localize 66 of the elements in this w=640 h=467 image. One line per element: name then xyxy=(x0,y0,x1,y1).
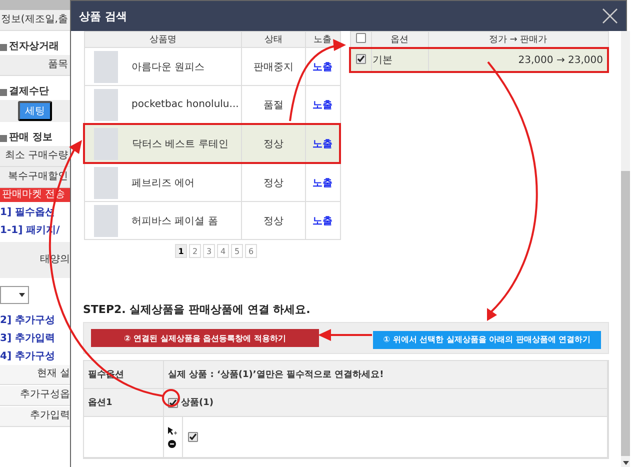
column-header: 상태 xyxy=(242,32,306,48)
page-link[interactable]: 3 xyxy=(203,244,215,258)
page-link[interactable]: 5 xyxy=(231,244,243,258)
remove-icon[interactable] xyxy=(168,440,176,448)
section-icon xyxy=(0,44,7,50)
checkbox[interactable] xyxy=(356,33,366,43)
exposure-text: 노출 xyxy=(312,216,333,226)
price-text: 23,000 → 23,000 xyxy=(518,54,603,66)
photo-placeholder xyxy=(94,204,118,236)
option-name: 기본 xyxy=(372,55,392,66)
table-cell: 추가입력 xyxy=(0,407,70,427)
product-name: 페브리즈 에어 xyxy=(132,176,195,190)
alert-label: 판매마켓 전송 xyxy=(0,188,70,202)
close-icon[interactable] xyxy=(602,8,618,24)
page-link[interactable]: 4 xyxy=(217,244,229,258)
status-text: 정상 xyxy=(263,216,284,226)
page-link[interactable]: 6 xyxy=(245,244,257,258)
table-cell: 최소 구매수량 xyxy=(0,146,70,167)
product-name: 아름다운 원피스 xyxy=(132,60,205,74)
product-name: 닥터스 베스트 루테인 xyxy=(132,138,228,150)
photo-placeholder xyxy=(94,166,118,198)
status-text: 판매중지 xyxy=(253,62,294,72)
section-link[interactable]: 3] 추가입력 xyxy=(0,332,70,346)
section-icon xyxy=(0,134,7,142)
table-cell: 실제 상품 : ‘상품(1)’열만은 필수적으로 연결하세요! xyxy=(164,361,608,389)
status-text: 정상 xyxy=(263,138,284,150)
table-cell: 정보(제조일,출 xyxy=(0,10,70,31)
scrollbar[interactable] xyxy=(621,31,630,467)
move-cursor-icon[interactable] xyxy=(168,426,177,436)
dialog-title: 상품 검색 xyxy=(79,8,127,24)
page-link[interactable]: 1 xyxy=(175,244,187,258)
checkbox[interactable] xyxy=(188,432,198,442)
exposure-text: 노출 xyxy=(312,138,332,150)
status-text: 품절 xyxy=(263,100,284,110)
column-header: 상품명 xyxy=(84,32,242,48)
section-heading: 전자상거래 xyxy=(9,40,59,54)
product-label: 상품(1) xyxy=(181,397,214,409)
section-icon xyxy=(0,88,7,96)
annotation-arrow xyxy=(318,329,372,341)
table-cell: 현재 설 xyxy=(0,365,70,385)
table-cell: 추가구성옵 xyxy=(0,386,70,406)
section-link[interactable]: 2] 추가구성 xyxy=(0,314,70,328)
status-text: 정상 xyxy=(263,178,284,188)
exposure-text: 노출 xyxy=(312,100,333,110)
section-heading: 결제수단 xyxy=(9,85,49,99)
top-tab-bar xyxy=(0,0,70,10)
annotation-circle xyxy=(162,389,180,407)
select-field[interactable] xyxy=(0,286,29,304)
exposure-text: 노출 xyxy=(312,62,333,72)
photo-placeholder xyxy=(94,50,118,82)
page-link[interactable]: 2 xyxy=(189,244,201,258)
caret-icon xyxy=(19,293,25,297)
photo-placeholder xyxy=(94,88,118,120)
column-header: 옵션 xyxy=(371,32,428,48)
scroll-down-icon[interactable] xyxy=(622,461,628,465)
section-heading: 판매 정보 xyxy=(9,131,52,145)
exposure-text: 노출 xyxy=(312,178,333,188)
product-name: pocketbac honolulu... xyxy=(132,99,239,110)
product-name: 허피바스 페이셜 폼 xyxy=(132,214,218,228)
column-header: 정가 → 판매가 xyxy=(428,32,608,48)
step-heading: STEP2. 실제상품을 판매상품에 연결 하세요. xyxy=(83,302,312,317)
checkbox[interactable] xyxy=(356,54,366,64)
table-cell: 옵션1 xyxy=(84,389,164,417)
table-cell: 품목 xyxy=(0,55,70,76)
apply-button[interactable]: ② 연결된 실제상품을 옵션등록창에 적용하기 xyxy=(91,329,319,347)
section-link[interactable]: 4] 추가구성 xyxy=(0,350,70,364)
